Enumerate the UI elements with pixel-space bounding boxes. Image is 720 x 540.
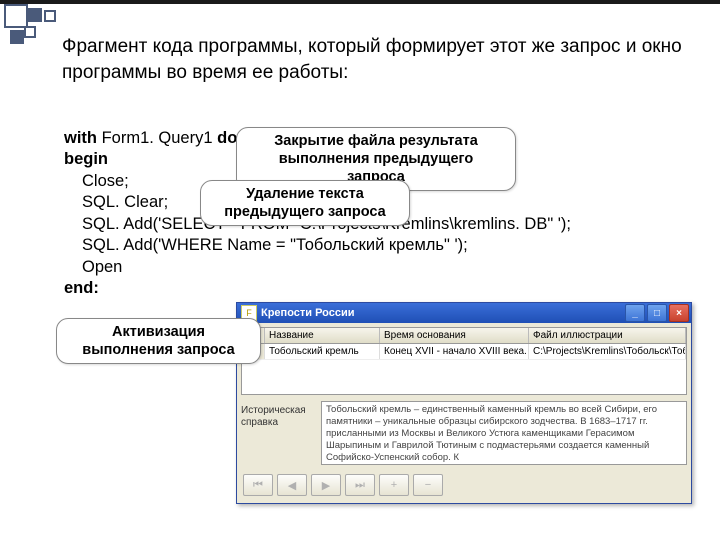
close-button[interactable]: × <box>669 304 689 322</box>
nav-next-button[interactable]: ▶ <box>311 474 341 496</box>
db-navigator: ⏮ ◀ ▶ ⏭ + − <box>241 471 687 499</box>
cell-file: C:\Projects\Kremlins\Тобольск\Тобол <box>529 344 686 359</box>
cell-name: Тобольский кремль <box>265 344 380 359</box>
minimize-button[interactable]: _ <box>625 304 645 322</box>
window-title: Крепости России <box>261 307 623 319</box>
maximize-button[interactable]: □ <box>647 304 667 322</box>
callout-open: Активизация выполнения запроса <box>56 318 261 364</box>
app-window: F Крепости России _ □ × Название Время о… <box>236 302 692 504</box>
data-grid[interactable]: Название Время основания Файл иллюстраци… <box>241 327 687 395</box>
nav-insert-button[interactable]: + <box>379 474 409 496</box>
callout-clear-sql: Удаление текста предыдущего запроса <box>200 180 410 226</box>
slide-heading: Фрагмент кода программы, который формиру… <box>62 34 700 85</box>
grid-header-file[interactable]: Файл иллюстрации <box>529 328 686 343</box>
nav-prev-button[interactable]: ◀ <box>277 474 307 496</box>
nav-first-button[interactable]: ⏮ <box>243 474 273 496</box>
grid-header-name[interactable]: Название <box>265 328 380 343</box>
nav-delete-button[interactable]: − <box>413 474 443 496</box>
grid-row[interactable]: ▶ Тобольский кремль Конец XVII - начало … <box>242 344 686 359</box>
cell-time: Конец XVII - начало XVIII века. <box>380 344 529 359</box>
history-memo[interactable]: Тобольский кремль – единственный каменны… <box>321 401 687 465</box>
nav-last-button[interactable]: ⏭ <box>345 474 375 496</box>
grid-header-time[interactable]: Время основания <box>380 328 529 343</box>
history-label: Историческая справка <box>241 401 317 465</box>
window-titlebar[interactable]: F Крепости России _ □ × <box>237 303 691 323</box>
